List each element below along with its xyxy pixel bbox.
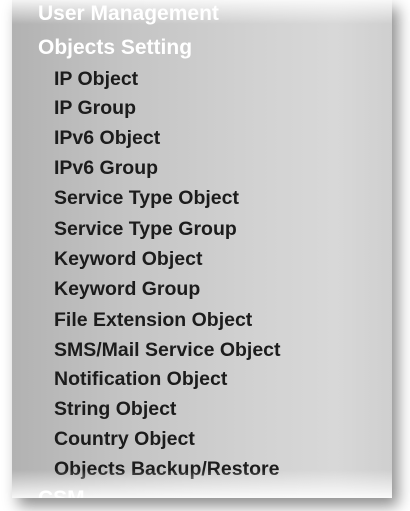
menu-item-keyword-group[interactable]: Keyword Group xyxy=(54,279,200,300)
menu-item-keyword-object[interactable]: Keyword Object xyxy=(54,249,202,270)
menu-item-file-extension-object[interactable]: File Extension Object xyxy=(54,310,252,331)
menu-item-sms-mail-service-object[interactable]: SMS/Mail Service Object xyxy=(54,340,281,361)
menu-item-service-type-object[interactable]: Service Type Object xyxy=(54,188,239,209)
section-objects-setting[interactable]: Objects Setting xyxy=(38,37,192,58)
menu-item-ipv6-object[interactable]: IPv6 Object xyxy=(54,128,160,149)
menu-item-ipv6-group[interactable]: IPv6 Group xyxy=(54,158,158,179)
menu-item-objects-backup-restore[interactable]: Objects Backup/Restore xyxy=(54,459,279,480)
menu-item-string-object[interactable]: String Object xyxy=(54,399,176,420)
menu-item-service-type-group[interactable]: Service Type Group xyxy=(54,219,237,240)
menu-item-notification-object[interactable]: Notification Object xyxy=(54,369,227,390)
sidebar-menu-panel: User Management Objects Setting IP Objec… xyxy=(12,0,392,498)
section-user-management[interactable]: User Management xyxy=(38,3,219,24)
section-csm[interactable]: CSM xyxy=(38,488,85,498)
menu-item-country-object[interactable]: Country Object xyxy=(54,429,195,450)
menu-item-ip-group[interactable]: IP Group xyxy=(54,98,136,119)
menu-item-ip-object[interactable]: IP Object xyxy=(54,69,138,90)
